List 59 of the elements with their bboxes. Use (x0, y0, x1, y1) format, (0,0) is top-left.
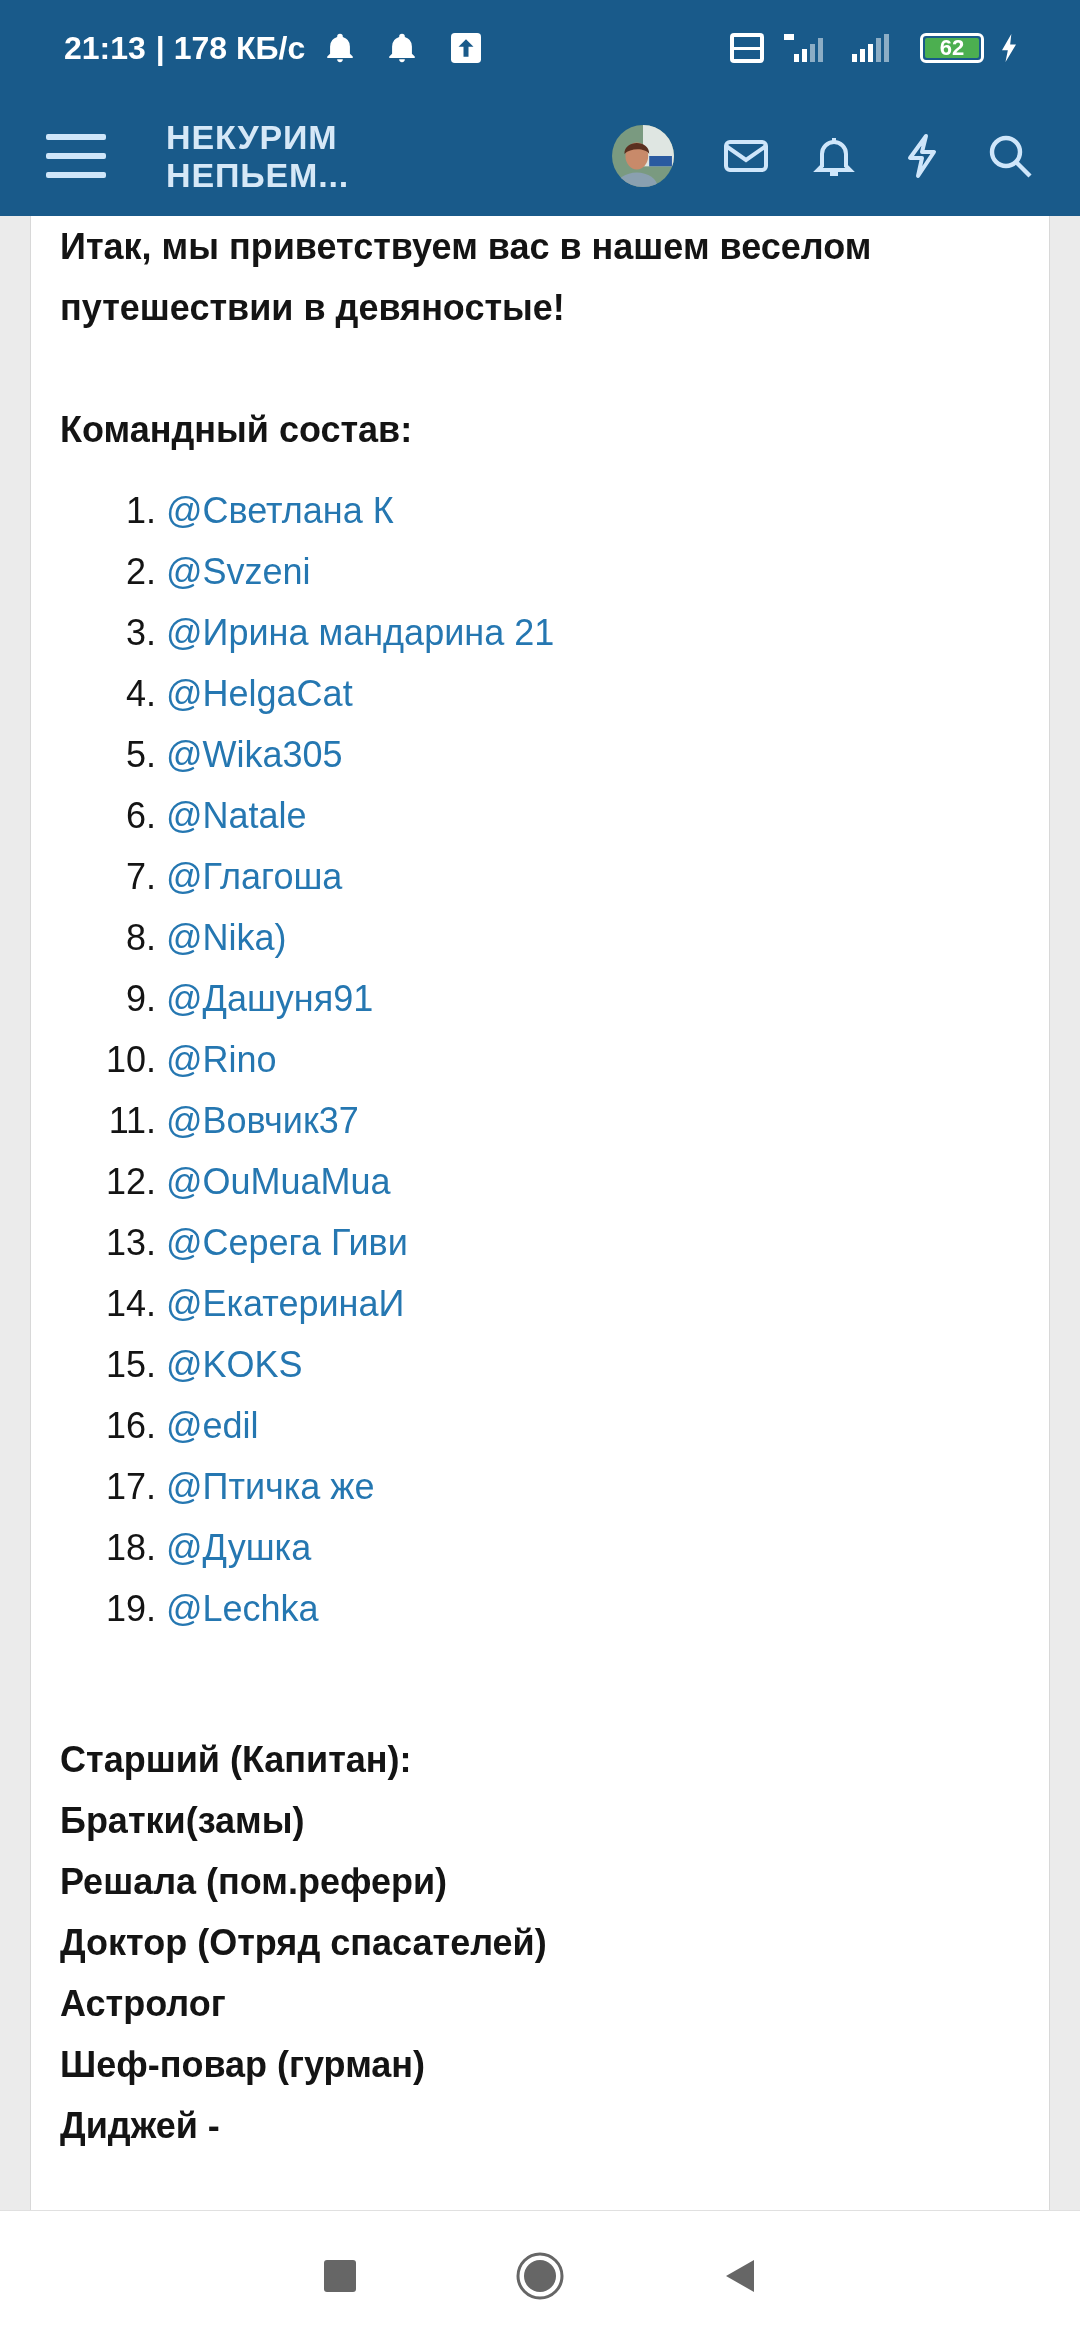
member-link[interactable]: @HelgaCat (166, 663, 353, 724)
list-number: 17. (104, 1465, 156, 1509)
list-number: 15. (104, 1343, 156, 1387)
member-link[interactable]: @Svzeni (166, 541, 311, 602)
member-link[interactable]: @Wika305 (166, 724, 343, 785)
list-number: 6. (124, 794, 156, 838)
member-link[interactable]: @Nika) (166, 907, 287, 968)
list-number: 1. (124, 489, 156, 533)
list-number: 2. (124, 550, 156, 594)
list-number: 8. (124, 916, 156, 960)
role-line: Решала (пом.рефери) (60, 1860, 449, 1904)
network-speed: | 178 КБ/с (155, 29, 306, 68)
upload-icon (451, 33, 482, 63)
role-line: Диджей - (60, 2104, 221, 2148)
intro-text: Итак, мы приветствуем вас в нашем веселом путешествии в девяностые! (60, 225, 873, 330)
battery-indicator: 62 (920, 33, 984, 63)
list-number: 5. (124, 733, 156, 777)
status-time: 21:13 (64, 29, 146, 68)
list-number: 10. (104, 1038, 156, 1082)
list-number: 7. (124, 855, 156, 899)
member-link[interactable]: @OuMuaMua (166, 1151, 391, 1212)
member-link[interactable]: @Natale (166, 785, 307, 846)
list-number: 19. (104, 1587, 156, 1631)
menu-icon[interactable] (46, 134, 106, 178)
back-icon[interactable] (724, 2257, 756, 2294)
role-line: Старший (Капитан): (60, 1738, 413, 1782)
list-number: 9. (124, 977, 156, 1021)
team-heading: Командный состав: (60, 408, 414, 452)
list-number: 4. (124, 672, 156, 716)
signal-icon (850, 32, 892, 64)
member-link[interactable]: @ЕкатеринаИ (166, 1273, 405, 1334)
member-link[interactable]: @edil (166, 1395, 259, 1456)
member-link[interactable]: @Lechka (166, 1578, 319, 1639)
charging-icon (1002, 34, 1016, 62)
list-number: 14. (104, 1282, 156, 1326)
member-link[interactable]: @Ирина мандарина 21 (166, 602, 555, 663)
role-line: Шеф-повар (гурман) (60, 2043, 427, 2087)
list-number: 18. (104, 1526, 156, 1570)
site-logo[interactable]: НЕПЬЕМ... (166, 156, 350, 194)
list-number: 3. (124, 611, 156, 655)
member-link[interactable]: @Серега Гиви (166, 1212, 408, 1273)
member-link[interactable]: @Rino (166, 1029, 277, 1090)
member-link[interactable]: @Дашуня91 (166, 968, 374, 1029)
home-icon[interactable] (516, 2251, 564, 2300)
list-number: 13. (104, 1221, 156, 1265)
role-line: Доктор (Отряд спасателей) (60, 1921, 548, 1965)
list-number: 12. (104, 1160, 156, 1204)
member-link[interactable]: @Душка (166, 1517, 312, 1578)
recents-icon[interactable] (324, 2259, 356, 2292)
role-line: Братки(замы) (60, 1799, 306, 1843)
site-logo[interactable]: НЕКУРИМ (166, 118, 350, 156)
member-link[interactable]: @Птичка же (166, 1456, 375, 1517)
member-link[interactable]: @KOKS (166, 1334, 303, 1395)
list-number: 16. (104, 1404, 156, 1448)
member-link[interactable]: @Глагоша (166, 846, 343, 907)
role-line: Астролог (60, 1982, 227, 2026)
member-link[interactable]: @Вовчик37 (166, 1090, 359, 1151)
list-number: 11. (107, 1099, 156, 1143)
member-link[interactable]: @Светлана К (166, 480, 394, 541)
